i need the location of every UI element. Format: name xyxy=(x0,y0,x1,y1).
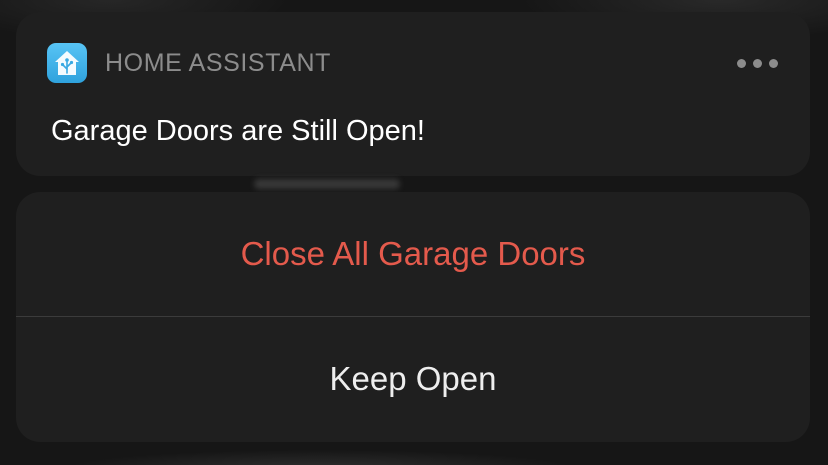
more-options-button[interactable] xyxy=(731,43,784,83)
action-sheet: Close All Garage Doors Keep Open xyxy=(16,192,810,442)
home-assistant-icon xyxy=(47,43,87,83)
notification-header: HOME ASSISTANT xyxy=(47,43,784,83)
notification-card[interactable]: HOME ASSISTANT Garage Doors are Still Op… xyxy=(16,12,810,176)
notification-message: Garage Doors are Still Open! xyxy=(51,115,425,147)
ellipsis-icon xyxy=(769,58,778,68)
keep-open-button[interactable]: Keep Open xyxy=(16,317,810,441)
drag-handle xyxy=(254,179,400,189)
ellipsis-icon xyxy=(737,58,746,68)
ellipsis-icon xyxy=(753,58,762,68)
close-all-garage-doors-button[interactable]: Close All Garage Doors xyxy=(16,192,810,316)
app-name: HOME ASSISTANT xyxy=(105,48,332,77)
